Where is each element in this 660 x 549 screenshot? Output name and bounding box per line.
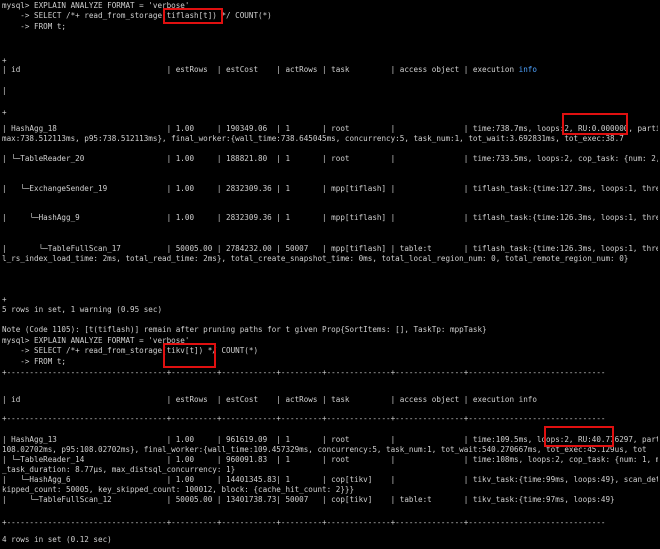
table-border-line: +-----------------------------------+---… xyxy=(2,368,606,377)
terminal-line: -> FROM t; xyxy=(2,357,67,366)
table-row-continuation: max:738.512113ms, p95:738.512113ms}, fin… xyxy=(2,134,624,143)
table-border-line: + xyxy=(2,108,7,117)
header-text: | id | estRows | estCost | actRows | tas… xyxy=(2,65,537,74)
table-row: | └─TableFullScan_12 | 50005.00 | 134017… xyxy=(2,495,615,504)
highlight-box-tiflash-hint xyxy=(163,8,223,24)
table-row-continuation: kipped_count: 50005, key_skipped_count: … xyxy=(2,485,355,494)
table-row: | HashAgg_18 | 1.00 | 190349.06 | 1 | ro… xyxy=(2,124,658,133)
highlight-box-ru-tiflash xyxy=(562,113,628,135)
table-row: | └─TableFullScan_17 | 50005.00 | 278423… xyxy=(2,244,658,253)
result-summary: 4 rows in set (0.12 sec) xyxy=(2,535,112,544)
table-header-row: | id | estRows | estCost | actRows | tas… xyxy=(2,65,658,75)
highlight-box-ru-tikv xyxy=(544,426,614,447)
table-row: | └─HashAgg_6 | 1.00 | 14401345.83| 1 | … xyxy=(2,475,658,484)
terminal-line: -> SELECT /*+ read_from_storage(tiflash[… xyxy=(2,11,272,20)
table-row-continuation: _task_duration: 8.77µs, max_distsql_conc… xyxy=(2,465,236,474)
terminal-line: mysql> EXPLAIN ANALYZE FORMAT = 'verbose… xyxy=(2,336,190,345)
table-row: | └─TableReader_20 | 1.00 | 188821.80 | … xyxy=(2,154,658,163)
result-summary: 5 rows in set, 1 warning (0.95 sec) xyxy=(2,305,163,314)
table-border-line: +-----------------------------------+---… xyxy=(2,518,606,527)
table-border-line: +-----------------------------------+---… xyxy=(2,414,606,423)
warning-note: Note (Code 1105): [t(tiflash)] remain af… xyxy=(2,325,487,334)
terminal-line: -> SELECT /*+ read_from_storage(tikv[t])… xyxy=(2,346,259,355)
terminal-line: -> FROM t; xyxy=(2,22,67,31)
highlight-box-tikv-hint xyxy=(163,343,216,368)
terminal-window: mysql> EXPLAIN ANALYZE FORMAT = 'verbose… xyxy=(0,0,660,549)
terminal-line: mysql> EXPLAIN ANALYZE FORMAT = 'verbose… xyxy=(2,1,190,10)
table-border-line: + xyxy=(2,295,7,304)
table-header-row: | id | estRows | estCost | actRows | tas… xyxy=(2,395,537,404)
table-border-line: | xyxy=(2,86,7,95)
table-row: | └─ExchangeSender_19 | 1.00 | 2832309.3… xyxy=(2,184,658,193)
header-info-word: info xyxy=(518,65,537,74)
table-row: | └─TableReader_14 | 1.00 | 960091.83 | … xyxy=(2,455,658,464)
table-row-continuation: l_rs_index_load_time: 2ms, total_read_ti… xyxy=(2,254,629,263)
table-row: | └─HashAgg_9 | 1.00 | 2832309.36 | 1 | … xyxy=(2,213,658,222)
